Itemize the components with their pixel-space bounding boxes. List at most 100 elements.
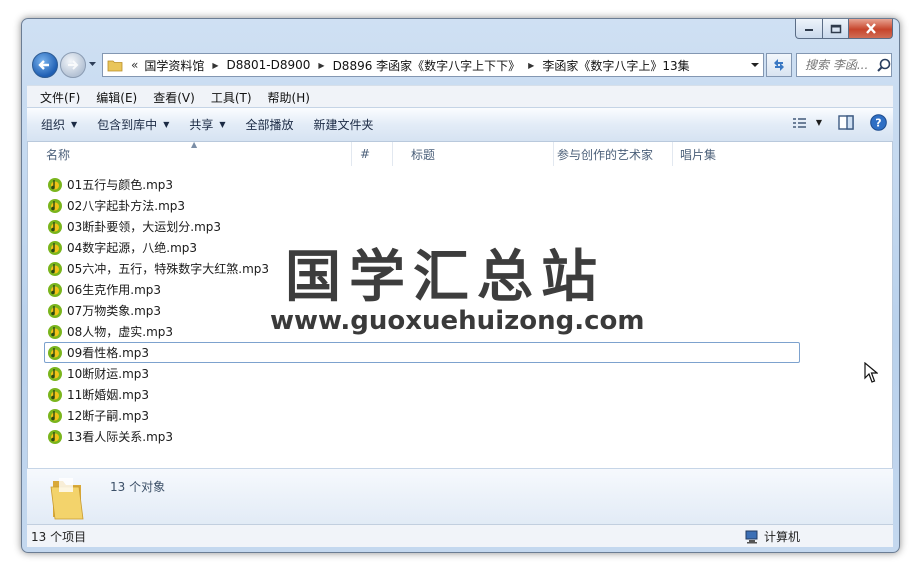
play-all-label: 全部播放 xyxy=(245,118,294,132)
breadcrumb-separator-icon[interactable]: ▶ xyxy=(318,61,324,70)
column-header-label: 参与创作的艺术家 xyxy=(557,147,654,162)
svg-text:?: ? xyxy=(875,117,881,130)
mp3-file-icon xyxy=(48,303,62,318)
forward-button[interactable] xyxy=(60,52,86,78)
breadcrumb: « 国学资料馆 ▶ D8801-D8900 ▶ D8896 李函家《数字八字上下… xyxy=(123,57,690,74)
file-name: 12断子嗣.mp3 xyxy=(67,409,150,423)
breadcrumb-separator-icon[interactable]: ▶ xyxy=(212,61,218,70)
watermark-title: 国学汇总站 xyxy=(285,245,605,310)
file-name: 07万物类象.mp3 xyxy=(67,304,162,318)
column-header-label: 唱片集 xyxy=(680,147,717,162)
location-label: 计算机 xyxy=(764,530,801,544)
include-in-library-button[interactable]: 包含到库中 ▼ xyxy=(97,116,169,133)
mp3-file-icon xyxy=(48,366,62,381)
details-pane: 13 个对象 xyxy=(27,468,893,524)
mp3-file-icon xyxy=(48,387,62,402)
column-header-album[interactable]: 唱片集 xyxy=(673,142,803,166)
minimize-icon xyxy=(805,28,813,31)
back-arrow-icon xyxy=(38,60,49,70)
recent-pages-dropdown-icon[interactable] xyxy=(88,59,97,68)
file-row[interactable]: 13看人际关系.mp3 xyxy=(44,426,804,447)
back-button[interactable] xyxy=(32,52,58,78)
include-in-library-label: 包含到库中 xyxy=(97,118,158,132)
file-name: 01五行与颜色.mp3 xyxy=(67,178,174,192)
breadcrumb-item[interactable]: 国学资料馆 xyxy=(144,57,204,74)
maximize-icon xyxy=(830,24,841,33)
forward-arrow-icon xyxy=(68,60,79,70)
mouse-cursor-icon xyxy=(864,362,878,383)
navigation-bar: « 国学资料馆 ▶ D8801-D8900 ▶ D8896 李函家《数字八字上下… xyxy=(30,49,892,79)
mp3-file-icon xyxy=(48,345,62,360)
menu-file[interactable]: 文件(F) xyxy=(38,89,82,106)
column-header-title[interactable]: 标题 xyxy=(393,142,554,166)
organize-button[interactable]: 组织 ▼ xyxy=(41,116,77,133)
file-name: 04数字起源，八绝.mp3 xyxy=(67,241,198,255)
toolbar-right-group: ▼ ? xyxy=(776,114,887,131)
help-icon: ? xyxy=(870,114,887,131)
new-folder-button[interactable]: 新建文件夹 xyxy=(314,116,374,133)
column-header-name[interactable]: 名称 ▲ xyxy=(28,140,352,166)
mp3-file-icon xyxy=(48,177,62,192)
file-name: 06生克作用.mp3 xyxy=(67,283,162,297)
sort-ascending-icon: ▲ xyxy=(191,140,198,149)
share-button[interactable]: 共享 ▼ xyxy=(189,116,225,133)
file-name: 13看人际关系.mp3 xyxy=(67,430,174,444)
breadcrumb-overflow[interactable]: « xyxy=(131,58,138,72)
address-dropdown-icon[interactable] xyxy=(751,61,759,69)
menu-help[interactable]: 帮助(H) xyxy=(266,89,312,106)
file-name: 11断婚姻.mp3 xyxy=(67,388,150,402)
file-row[interactable]: 11断婚姻.mp3 xyxy=(44,384,804,405)
file-row[interactable]: 01五行与颜色.mp3 xyxy=(44,174,804,195)
mp3-file-icon xyxy=(48,408,62,423)
help-button[interactable]: ? xyxy=(870,114,887,131)
column-header-number[interactable]: # xyxy=(352,142,393,166)
column-header-label: 名称 xyxy=(46,147,71,162)
play-all-button[interactable]: 全部播放 xyxy=(246,116,294,133)
menu-edit[interactable]: 编辑(E) xyxy=(94,89,139,106)
column-header-artist[interactable]: 参与创作的艺术家 xyxy=(554,142,673,166)
close-button[interactable] xyxy=(849,19,893,39)
preview-pane-button[interactable] xyxy=(838,115,854,130)
mp3-file-icon xyxy=(48,219,62,234)
search-box[interactable] xyxy=(796,53,892,77)
mp3-file-icon xyxy=(48,198,62,213)
status-location: 计算机 xyxy=(744,528,800,545)
column-header-label: 标题 xyxy=(411,147,436,162)
view-list-icon xyxy=(792,117,806,128)
menu-view[interactable]: 查看(V) xyxy=(151,89,197,106)
refresh-button[interactable] xyxy=(766,53,792,77)
breadcrumb-item[interactable]: D8801-D8900 xyxy=(227,58,311,72)
file-row[interactable]: 09看性格.mp3 xyxy=(44,342,800,363)
address-bar[interactable]: « 国学资料馆 ▶ D8801-D8900 ▶ D8896 李函家《数字八字上下… xyxy=(102,53,764,77)
file-row[interactable]: 12断子嗣.mp3 xyxy=(44,405,804,426)
item-count: 13 个项目 xyxy=(31,529,87,544)
file-name: 05六冲，五行，特殊数字大红煞.mp3 xyxy=(67,262,270,276)
organize-label: 组织 xyxy=(41,118,66,132)
caption-buttons xyxy=(795,19,893,39)
menu-tools[interactable]: 工具(T) xyxy=(209,89,254,106)
view-options-button[interactable]: ▼ xyxy=(792,116,822,130)
search-input[interactable] xyxy=(803,57,873,73)
file-name: 08人物，虚实.mp3 xyxy=(67,325,174,339)
breadcrumb-item[interactable]: D8896 李函家《数字八字上下下》 xyxy=(333,57,521,74)
file-row[interactable]: 10断财运.mp3 xyxy=(44,363,804,384)
maximize-button[interactable] xyxy=(823,19,849,39)
mp3-file-icon xyxy=(48,261,62,276)
menu-bar: 文件(F) 编辑(E) 查看(V) 工具(T) 帮助(H) xyxy=(27,85,893,108)
breadcrumb-item[interactable]: 李函家《数字八字上》13集 xyxy=(542,57,689,74)
file-name: 09看性格.mp3 xyxy=(67,346,150,360)
mp3-file-icon xyxy=(48,240,62,255)
chevron-down-icon: ▼ xyxy=(71,120,78,129)
file-row[interactable]: 02八字起卦方法.mp3 xyxy=(44,195,804,216)
preview-pane-icon xyxy=(838,115,854,130)
breadcrumb-separator-icon[interactable]: ▶ xyxy=(528,61,534,70)
refresh-icon xyxy=(774,59,784,71)
object-count: 13 个对象 xyxy=(110,480,166,494)
folder-icon xyxy=(107,60,123,72)
new-folder-label: 新建文件夹 xyxy=(313,118,374,132)
minimize-button[interactable] xyxy=(795,19,823,39)
search-icon[interactable] xyxy=(877,58,891,72)
column-header-label: # xyxy=(360,147,371,161)
column-header-row: 名称 ▲ # 标题 参与创作的艺术家 唱片集 xyxy=(28,140,892,166)
file-name: 03断卦要领，大运划分.mp3 xyxy=(67,220,222,234)
